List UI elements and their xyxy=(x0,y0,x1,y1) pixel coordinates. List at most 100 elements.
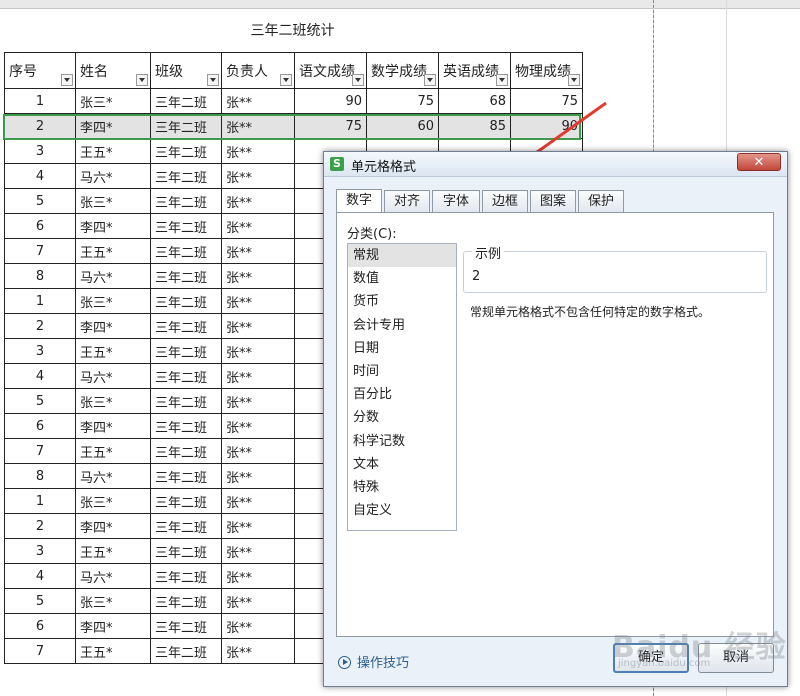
category-item[interactable]: 文本 xyxy=(348,453,456,476)
category-item[interactable]: 会计专用 xyxy=(348,314,456,337)
table-cell[interactable]: 75 xyxy=(294,113,367,139)
table-cell[interactable]: 张** xyxy=(221,538,295,564)
table-cell[interactable]: 三年二班 xyxy=(150,238,222,264)
table-cell[interactable]: 张** xyxy=(221,438,295,464)
category-item[interactable]: 常规 xyxy=(348,244,456,268)
category-item[interactable]: 百分比 xyxy=(348,383,456,406)
table-cell[interactable]: 85 xyxy=(438,113,511,139)
table-cell[interactable]: 1 xyxy=(4,288,76,314)
table-cell[interactable]: 三年二班 xyxy=(150,113,222,139)
column-header[interactable]: 英语成绩 xyxy=(438,52,511,89)
table-cell[interactable]: 王五* xyxy=(75,138,151,164)
table-cell[interactable]: 张** xyxy=(221,113,295,139)
table-cell[interactable]: 三年二班 xyxy=(150,638,222,664)
filter-dropdown-icon[interactable] xyxy=(568,74,580,86)
category-item[interactable]: 货币 xyxy=(348,290,456,313)
table-cell[interactable]: 张** xyxy=(221,138,295,164)
filter-dropdown-icon[interactable] xyxy=(207,74,219,86)
table-cell[interactable]: 三年二班 xyxy=(150,613,222,639)
table-cell[interactable]: 三年二班 xyxy=(150,213,222,239)
table-cell[interactable]: 75 xyxy=(510,88,583,114)
table-cell[interactable]: 4 xyxy=(4,163,76,189)
column-header[interactable]: 负责人 xyxy=(221,52,295,89)
table-row[interactable]: 2 李四* 三年二班 张** 75 60 85 90 xyxy=(4,113,583,139)
table-row[interactable]: 1 张三* 三年二班 张** 90 75 68 75 xyxy=(4,88,583,114)
category-item[interactable]: 分数 xyxy=(348,406,456,429)
table-cell[interactable]: 三年二班 xyxy=(150,313,222,339)
table-cell[interactable]: 张** xyxy=(221,338,295,364)
table-cell[interactable]: 李四* xyxy=(75,513,151,539)
table-cell[interactable]: 张三* xyxy=(75,188,151,214)
table-cell[interactable]: 李四* xyxy=(75,213,151,239)
table-cell[interactable]: 张** xyxy=(221,188,295,214)
table-cell[interactable]: 7 xyxy=(4,638,76,664)
column-header[interactable]: 姓名 xyxy=(75,52,151,89)
column-header[interactable]: 班级 xyxy=(150,52,222,89)
table-cell[interactable]: 3 xyxy=(4,138,76,164)
table-cell[interactable]: 李四* xyxy=(75,313,151,339)
ok-button[interactable]: 确定 xyxy=(613,643,689,673)
filter-dropdown-icon[interactable] xyxy=(352,74,364,86)
table-cell[interactable]: 1 xyxy=(4,88,76,114)
table-cell[interactable]: 5 xyxy=(4,388,76,414)
table-cell[interactable]: 三年二班 xyxy=(150,188,222,214)
table-cell[interactable]: 张三* xyxy=(75,488,151,514)
table-cell[interactable]: 5 xyxy=(4,188,76,214)
table-cell[interactable]: 张** xyxy=(221,163,295,189)
cancel-button[interactable]: 取消 xyxy=(698,643,774,673)
table-cell[interactable]: 三年二班 xyxy=(150,138,222,164)
table-cell[interactable]: 李四* xyxy=(75,613,151,639)
column-header[interactable]: 序号 xyxy=(4,52,76,89)
table-cell[interactable]: 7 xyxy=(4,238,76,264)
table-cell[interactable]: 张三* xyxy=(75,288,151,314)
filter-dropdown-icon[interactable] xyxy=(496,74,508,86)
table-cell[interactable]: 张** xyxy=(221,613,295,639)
table-cell[interactable]: 6 xyxy=(4,213,76,239)
tips-link[interactable]: 操作技巧 xyxy=(338,652,409,671)
category-item[interactable]: 时间 xyxy=(348,360,456,383)
category-item[interactable]: 自定义 xyxy=(348,499,456,522)
table-cell[interactable]: 张** xyxy=(221,88,295,114)
table-cell[interactable]: 张** xyxy=(221,488,295,514)
close-button[interactable]: ✕ xyxy=(737,153,781,171)
table-cell[interactable]: 68 xyxy=(438,88,511,114)
table-cell[interactable]: 张三* xyxy=(75,88,151,114)
table-cell[interactable]: 张** xyxy=(221,563,295,589)
table-cell[interactable]: 6 xyxy=(4,413,76,439)
table-cell[interactable]: 张三* xyxy=(75,388,151,414)
table-cell[interactable]: 三年二班 xyxy=(150,488,222,514)
table-cell[interactable]: 三年二班 xyxy=(150,563,222,589)
tab-border[interactable]: 边框 xyxy=(482,190,528,212)
table-cell[interactable]: 三年二班 xyxy=(150,413,222,439)
column-header[interactable]: 语文成绩 xyxy=(294,52,367,89)
table-cell[interactable]: 张** xyxy=(221,388,295,414)
dialog-titlebar[interactable]: S 单元格格式 ✕ xyxy=(324,152,787,177)
table-cell[interactable]: 马六* xyxy=(75,163,151,189)
column-header[interactable]: 数学成绩 xyxy=(366,52,439,89)
table-cell[interactable]: 2 xyxy=(4,113,76,139)
table-cell[interactable]: 王五* xyxy=(75,538,151,564)
table-cell[interactable]: 三年二班 xyxy=(150,338,222,364)
table-cell[interactable]: 三年二班 xyxy=(150,438,222,464)
category-item[interactable]: 日期 xyxy=(348,337,456,360)
tab-font[interactable]: 字体 xyxy=(432,190,480,212)
tab-protection[interactable]: 保护 xyxy=(578,190,624,212)
table-cell[interactable]: 2 xyxy=(4,513,76,539)
table-cell[interactable]: 90 xyxy=(510,113,583,139)
category-item[interactable]: 特殊 xyxy=(348,476,456,499)
table-cell[interactable]: 马六* xyxy=(75,563,151,589)
table-cell[interactable]: 王五* xyxy=(75,438,151,464)
filter-dropdown-icon[interactable] xyxy=(136,74,148,86)
table-cell[interactable]: 4 xyxy=(4,363,76,389)
tab-pattern[interactable]: 图案 xyxy=(530,190,576,212)
table-cell[interactable]: 8 xyxy=(4,263,76,289)
table-cell[interactable]: 三年二班 xyxy=(150,388,222,414)
table-cell[interactable]: 8 xyxy=(4,463,76,489)
table-cell[interactable]: 李四* xyxy=(75,113,151,139)
table-cell[interactable]: 三年二班 xyxy=(150,363,222,389)
table-cell[interactable]: 4 xyxy=(4,563,76,589)
table-cell[interactable]: 60 xyxy=(366,113,439,139)
table-cell[interactable]: 三年二班 xyxy=(150,263,222,289)
table-cell[interactable]: 张** xyxy=(221,588,295,614)
table-cell[interactable]: 张** xyxy=(221,288,295,314)
